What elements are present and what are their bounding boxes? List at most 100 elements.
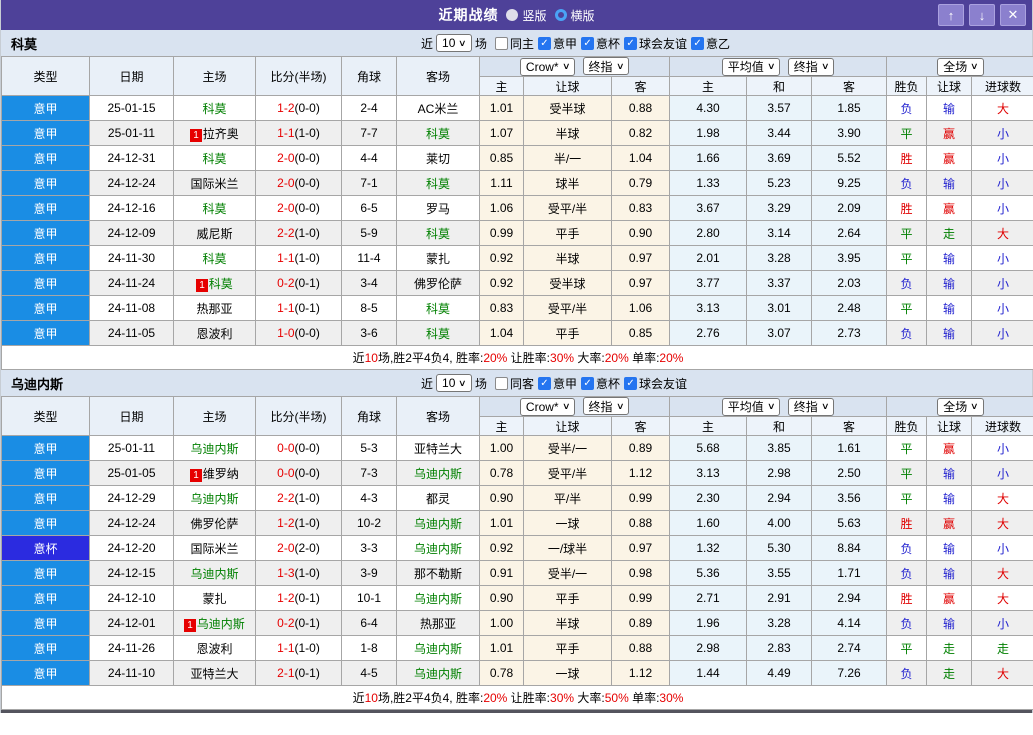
same-venue-checkbox[interactable] [494,376,508,390]
home-odds-cell: 1.01 [479,635,524,661]
league-checkbox[interactable]: ✓ [581,376,595,390]
result-cell: 平 [886,460,928,486]
match-row: 意甲 24-11-24 1 科莫 0-2(0-1) 3-4 佛罗伦萨 0.92 受半球 0.97 3… [1,270,1033,296]
scope-select[interactable]: 全场 ∨ [937,397,984,416]
away-team-cell: 科莫 [396,320,480,346]
col-header-home: 主场 [173,396,256,436]
match-row: 意甲 24-12-31 科莫 2-0(0-0) 4-4 莱切 0.85 半/一 1.04 1.66… [1,145,1033,171]
team-label: 乌迪内斯 [413,466,462,481]
fulltime-score: 1-0 [277,326,295,340]
league-cell: 意甲 [1,195,90,221]
league-cell: 意甲 [1,95,90,121]
league-checkbox[interactable]: ✓ [624,376,638,390]
away-odds-cell: 0.99 [610,485,671,511]
league-filter-label: 意甲 [553,36,578,51]
league-checkbox[interactable]: ✓ [538,36,551,50]
score-cell: 0-0(0-0) [255,435,342,461]
avg-home-cell: 1.60 [669,510,748,536]
match-count-select[interactable]: 10 ∨ [436,374,472,392]
result-cell: 负 [886,170,928,196]
away-team-cell: 科莫 [396,120,480,146]
sub-header-goals: 进球数 [971,416,1033,436]
team-label: 热那亚 [196,301,233,316]
fulltime-score: 1-1 [277,301,295,315]
match-row: 意甲 25-01-11 乌迪内斯 0-0(0-0) 5-3 亚特兰大 1.00 受半/一 0.8… [1,435,1033,461]
summary-segment: 50% [604,691,629,705]
league-checkbox[interactable]: ✓ [624,36,638,50]
odds-stage-select[interactable]: 终指 ∨ [582,397,630,416]
scope-select[interactable]: 全场 ∨ [937,57,984,76]
avg-draw-cell: 3.85 [746,435,813,461]
close-button[interactable]: ✕ [1000,4,1026,26]
goals-result-cell: 大 [971,220,1033,246]
radio-vertical-label: 竖版 [522,8,547,23]
result-cell: 平 [886,485,928,511]
league-cell: 意甲 [1,660,90,686]
match-row: 意甲 24-12-16 科莫 2-0(0-0) 6-5 罗马 1.06 受平/半 0.83 3.6… [1,195,1033,221]
halftime-score: (1-0) [294,126,320,140]
score-cell: 1-2(1-0) [255,510,342,536]
league-cell: 意甲 [1,435,90,461]
league-filter-label: 意杯 [596,376,621,391]
league-checkbox[interactable]: ✓ [538,376,551,390]
summary-text: 近10场,胜2平4负4, 胜率:20% 让胜率:30% 大率:50% 单率:30… [0,685,1033,710]
home-team-cell: 乌迪内斯 [173,435,256,461]
col-header-away: 客场 [396,56,480,96]
handicap-cell: 平手 [523,320,612,346]
home-odds-cell: 0.78 [479,460,524,486]
bookmaker-select[interactable]: Crow* ∨ [519,57,576,76]
handicap-cell: 半球 [523,245,612,271]
team-label: 科莫 [425,326,450,341]
avg-home-cell: 1.33 [669,170,748,196]
avg-draw-cell: 3.55 [746,560,813,586]
handicap-result-cell: 赢 [926,585,973,611]
chevron-down-icon: ∨ [970,61,979,71]
odds-stage-select[interactable]: 终指 ∨ [582,57,630,76]
league-filter-label: 意甲 [553,376,578,391]
match-count-select[interactable]: 10 ∨ [436,34,472,52]
handicap-result-cell: 走 [926,635,973,661]
score-cell: 2-0(0-0) [255,145,342,171]
handicap-result-cell: 输 [926,295,973,321]
same-venue-checkbox[interactable] [494,36,508,50]
average-stage-select[interactable]: 终指 ∨ [787,57,835,76]
league-cell: 意甲 [1,270,90,296]
away-odds-cell: 0.88 [610,95,671,121]
corner-cell: 5-9 [341,220,397,246]
avg-home-cell: 1.32 [669,535,748,561]
league-checkbox[interactable]: ✓ [691,36,705,50]
avg-draw-cell: 5.23 [746,170,813,196]
home-team-cell: 1 拉齐奥 [173,120,256,146]
avg-away-cell: 1.85 [811,95,888,121]
layout-radio-vertical[interactable]: 竖版 [506,7,547,24]
handicap-result-cell: 输 [926,535,973,561]
league-cell: 意甲 [1,320,90,346]
handicap-result-cell: 赢 [926,510,973,536]
league-checkbox[interactable]: ✓ [581,36,595,50]
move-down-button[interactable]: ↓ [969,4,995,26]
match-row: 意甲 24-12-24 国际米兰 2-0(0-0) 7-1 科莫 1.11 球半 0.79 1.3… [1,170,1033,196]
col-header-type: 类型 [1,396,90,436]
halftime-score: (0-1) [294,301,320,315]
summary-segment: 20% [483,351,508,365]
bookmaker-select[interactable]: Crow* ∨ [519,397,576,416]
average-stage-select[interactable]: 终指 ∨ [787,397,835,416]
average-select[interactable]: 平均值 ∨ [721,397,781,416]
sub-header-avg-home: 主 [669,416,748,436]
layout-radio-horizontal[interactable]: 横版 [554,7,595,24]
league-filter: ✓ 意乙 [691,35,730,52]
avg-home-cell: 3.13 [669,295,748,321]
sub-header-handicap: 让球 [523,76,612,96]
goals-result-cell: 大 [971,660,1033,686]
move-up-button[interactable]: ↑ [938,4,964,26]
result-cell: 负 [886,610,928,636]
average-select[interactable]: 平均值 ∨ [721,57,781,76]
sub-header-away-odds: 客 [610,416,671,436]
result-cell: 负 [886,270,928,296]
handicap-cell: 平手 [523,635,612,661]
avg-away-cell: 2.74 [811,635,888,661]
handicap-cell: 受平/半 [523,295,612,321]
result-cell: 平 [886,120,928,146]
avg-away-cell: 1.71 [811,560,888,586]
match-row: 意甲 24-12-15 乌迪内斯 1-3(1-0) 3-9 那不勒斯 0.91 受半/一 0.9… [1,560,1033,586]
